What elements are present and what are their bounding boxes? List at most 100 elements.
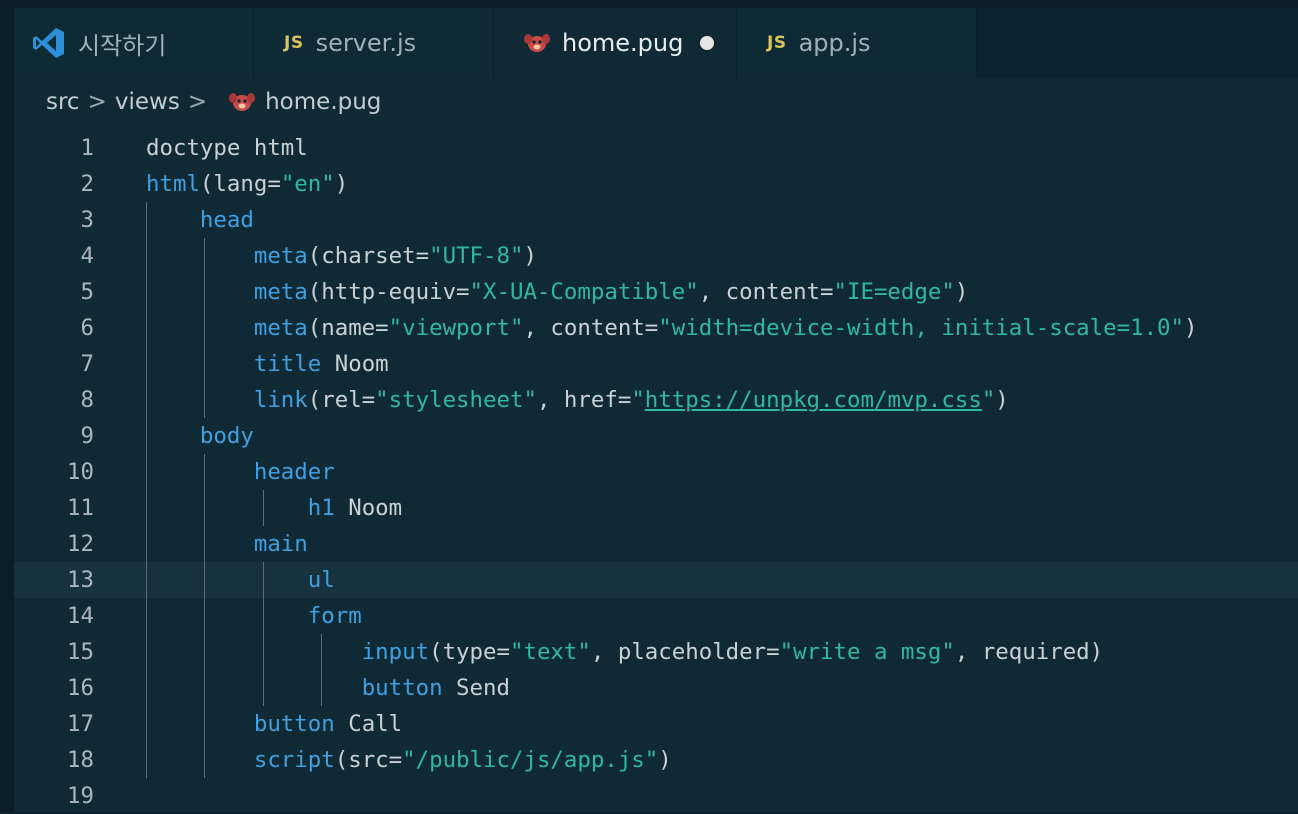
line-number[interactable]: 7 xyxy=(14,346,94,382)
code-token: "IE=edge" xyxy=(833,279,955,305)
code-token: "width=device-width, initial-scale=1.0" xyxy=(658,315,1185,341)
code-token: html xyxy=(146,171,200,197)
indent-guide xyxy=(263,562,264,706)
code-token: h1 xyxy=(307,495,335,521)
breadcrumb-item-src[interactable]: src xyxy=(46,89,80,115)
pug-file-icon xyxy=(229,91,256,113)
code-line[interactable]: 17 button Call xyxy=(14,706,1298,742)
code-token: script xyxy=(253,747,335,773)
line-number[interactable]: 16 xyxy=(14,670,94,706)
line-number[interactable]: 6 xyxy=(14,310,94,346)
js-file-icon: JS xyxy=(284,33,304,53)
line-number[interactable]: 19 xyxy=(14,778,94,814)
line-number[interactable]: 3 xyxy=(14,202,94,238)
line-number[interactable]: 11 xyxy=(14,490,94,526)
line-number[interactable]: 10 xyxy=(14,454,94,490)
code-text: title Noom xyxy=(146,346,389,382)
code-text: header xyxy=(146,454,335,490)
chevron-right-icon: > xyxy=(87,89,107,115)
code-line[interactable]: 6 meta(name="viewport", content="width=d… xyxy=(14,310,1298,346)
line-number[interactable]: 12 xyxy=(14,526,94,562)
code-token: Noom xyxy=(321,351,389,377)
tab-server-js[interactable]: JS server.js xyxy=(254,8,494,78)
code-line[interactable]: 3 head xyxy=(14,202,1298,238)
code-token: ) xyxy=(523,243,537,269)
code-token: (http-equiv= xyxy=(307,279,470,305)
code-token: "X-UA-Compatible" xyxy=(469,279,699,305)
code-token: main xyxy=(253,531,308,557)
tab-get-started[interactable]: 시작하기 xyxy=(14,8,254,78)
tab-home-pug[interactable]: home.pug xyxy=(494,8,737,78)
code-line[interactable]: 7 title Noom xyxy=(14,346,1298,382)
code-token: button xyxy=(253,711,335,737)
code-token: meta xyxy=(253,243,308,269)
code-token: ) xyxy=(658,747,672,773)
tab-app-js[interactable]: JS app.js xyxy=(737,8,977,78)
line-number[interactable]: 4 xyxy=(14,238,94,274)
code-editor[interactable]: 19 18 script(src="/public/js/app.js") 17 b… xyxy=(14,130,1298,812)
code-token: meta xyxy=(253,279,308,305)
code-line[interactable]: 15 input(type="text", placeholder="write… xyxy=(14,634,1298,670)
line-number[interactable]: 14 xyxy=(14,598,94,634)
code-line[interactable]: 2 html(lang="en") xyxy=(14,166,1298,202)
tab-label: home.pug xyxy=(562,29,684,57)
code-token: form xyxy=(307,603,362,629)
unsaved-changes-dot-icon[interactable] xyxy=(700,36,714,50)
code-line[interactable]: 9 body xyxy=(14,418,1298,454)
code-line[interactable]: 4 meta(charset="UTF-8") xyxy=(14,238,1298,274)
code-line[interactable]: 19 xyxy=(14,778,1298,814)
breadcrumb-item-views[interactable]: views xyxy=(115,89,180,115)
line-number[interactable]: 18 xyxy=(14,742,94,778)
line-number[interactable]: 9 xyxy=(14,418,94,454)
code-line[interactable]: 13 ul xyxy=(14,562,1298,598)
line-number[interactable]: 5 xyxy=(14,274,94,310)
code-token: , content= xyxy=(698,279,834,305)
code-line[interactable]: 16 button Send xyxy=(14,670,1298,706)
line-number[interactable]: 8 xyxy=(14,382,94,418)
line-number[interactable]: 15 xyxy=(14,634,94,670)
pug-file-icon xyxy=(524,32,550,54)
code-line[interactable]: 14 form xyxy=(14,598,1298,634)
code-line[interactable]: 8 link(rel="stylesheet", href="https://u… xyxy=(14,382,1298,418)
code-line[interactable]: 5 meta(http-equiv="X-UA-Compatible", con… xyxy=(14,274,1298,310)
code-line[interactable]: 1 doctype html xyxy=(14,130,1298,166)
code-text: meta(name="viewport", content="width=dev… xyxy=(146,310,1198,346)
indent-guide xyxy=(204,454,205,778)
code-token: head xyxy=(199,207,254,233)
code-line[interactable]: 18 script(src="/public/js/app.js") xyxy=(14,742,1298,778)
indent-guide xyxy=(204,238,205,418)
breadcrumb-item-home-pug[interactable]: home.pug xyxy=(265,89,381,115)
line-number[interactable]: 17 xyxy=(14,706,94,742)
code-line[interactable]: 11 h1 Noom xyxy=(14,490,1298,526)
code-token: header xyxy=(253,459,335,485)
code-text: script(src="/public/js/app.js") xyxy=(146,742,672,778)
code-token: meta xyxy=(253,315,308,341)
code-token: (rel= xyxy=(307,387,376,413)
code-token: , content= xyxy=(523,315,659,341)
code-line[interactable]: 12 main xyxy=(14,526,1298,562)
code-token: "UTF-8" xyxy=(429,243,524,269)
tab-bar-empty-area[interactable] xyxy=(977,8,1298,78)
tab-label: app.js xyxy=(798,29,871,57)
line-number[interactable]: 13 xyxy=(14,562,94,598)
code-token: (src= xyxy=(334,747,403,773)
code-token: , required) xyxy=(954,639,1104,665)
code-token: Noom xyxy=(334,495,403,521)
line-number[interactable]: 1 xyxy=(14,130,94,166)
js-file-icon: JS xyxy=(767,33,787,53)
code-token: "en" xyxy=(280,171,335,197)
code-line[interactable]: 10 header xyxy=(14,454,1298,490)
code-token: " xyxy=(631,387,645,413)
code-text: main xyxy=(146,526,308,562)
code-text: doctype html xyxy=(146,130,308,166)
code-token: (lang= xyxy=(199,171,281,197)
line-number[interactable]: 2 xyxy=(14,166,94,202)
code-text: h1 Noom xyxy=(146,490,402,526)
code-token: input xyxy=(361,639,430,665)
